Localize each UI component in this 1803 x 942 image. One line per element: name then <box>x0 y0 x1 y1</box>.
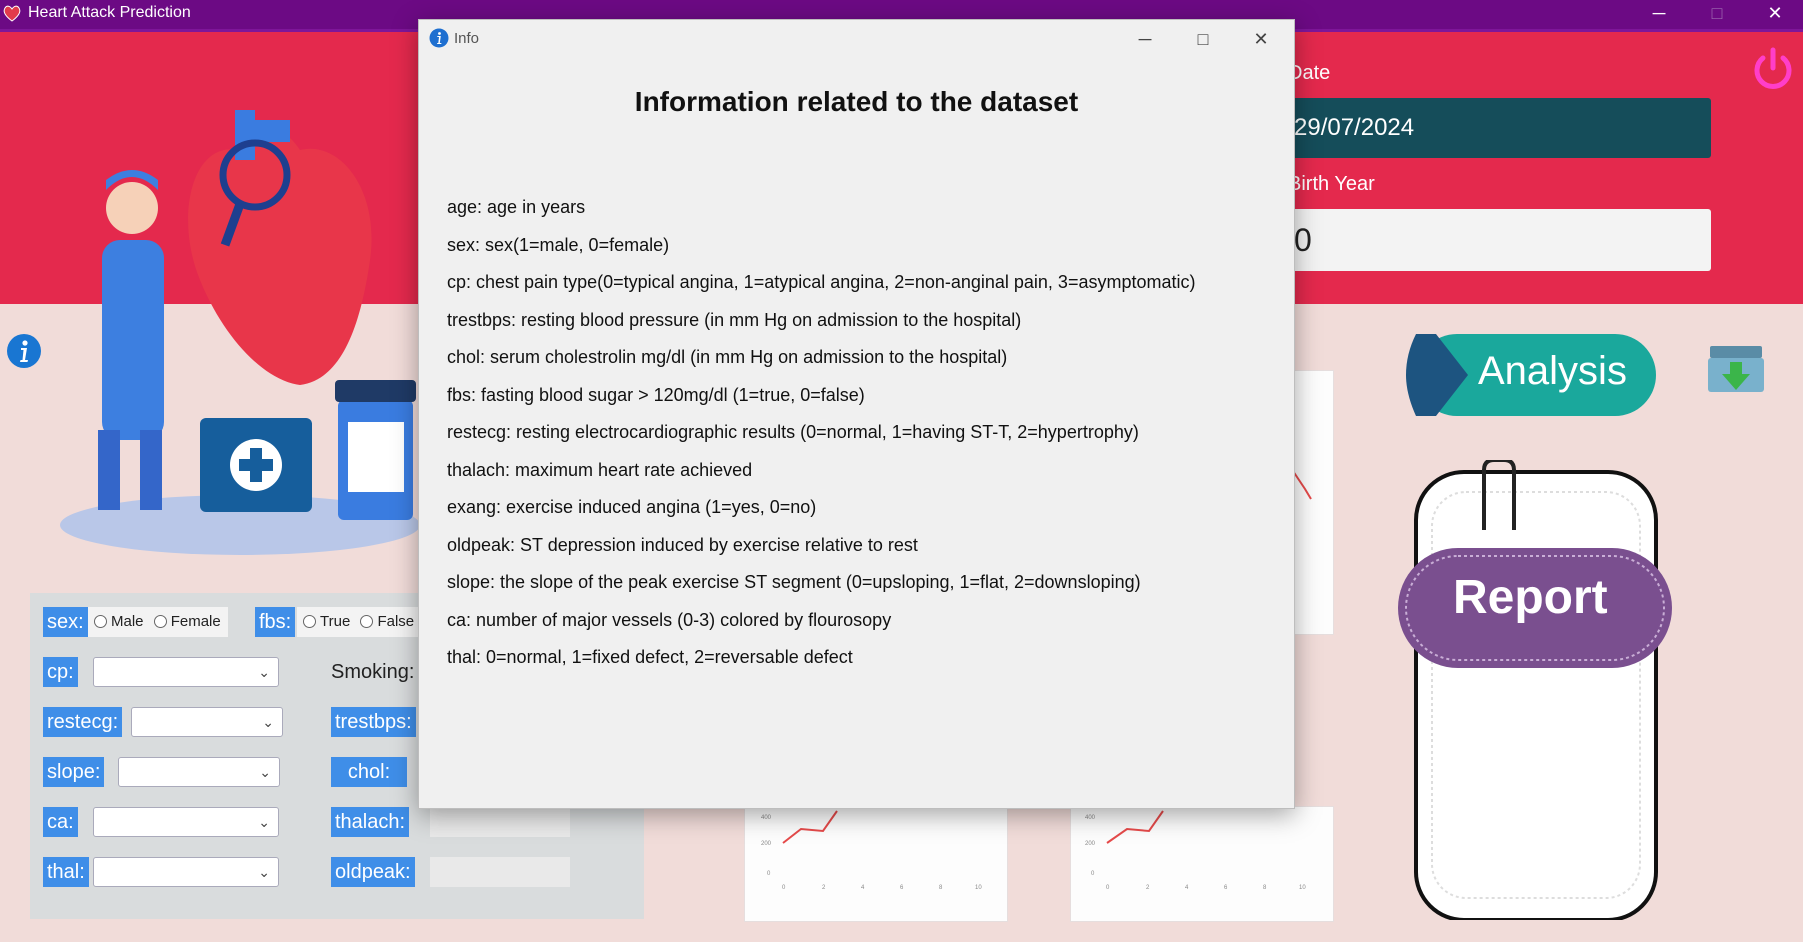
ca-select[interactable]: ⌄ <box>93 807 279 837</box>
heart-app-icon <box>3 5 21 22</box>
radio-male[interactable] <box>94 614 107 628</box>
restecg-select[interactable]: ⌄ <box>131 707 283 737</box>
date-field[interactable]: 29/07/2024 <box>1280 98 1711 158</box>
slope-label: slope: <box>43 757 105 787</box>
chevron-down-icon: ⌄ <box>258 814 270 830</box>
thalach-input[interactable] <box>430 807 570 837</box>
chevron-down-icon: ⌄ <box>258 864 270 880</box>
info-line-chol: chol: serum cholestrolin mg/dl (in mm Hg… <box>447 347 1008 367</box>
dialog-minimize-button[interactable]: ─ <box>1127 26 1163 52</box>
info-line-cp: cp: chest pain type(0=typical angina, 1=… <box>447 272 1196 292</box>
chart-thumb-bottom-left: 400 200 0 0 2 4 6 8 10 <box>744 806 1008 922</box>
x-tick: 10 <box>1299 885 1306 891</box>
radio-true[interactable] <box>303 614 316 628</box>
info-line-fbs: fbs: fasting blood sugar > 120mg/dl (1=t… <box>447 384 865 405</box>
minimize-button[interactable]: ─ <box>1630 0 1688 26</box>
analysis-label: Analysis <box>1478 349 1627 393</box>
info-line-thal: thal: 0=normal, 1=fixed defect, 2=revers… <box>447 647 853 667</box>
y-tick: 0 <box>1091 871 1095 877</box>
thal-label: thal: <box>43 857 89 887</box>
radio-false[interactable] <box>360 614 374 628</box>
info-line-trestbps: trestbps: resting blood pressure (in mm … <box>447 309 1022 330</box>
birth-year-label: Birth Year <box>1288 173 1375 195</box>
radio-true-label[interactable]: True <box>320 613 350 630</box>
info-icon[interactable] <box>6 333 42 369</box>
chart-thumb-bottom-right: 400 200 0 0 2 4 6 8 10 <box>1070 806 1334 922</box>
info-line-ca: ca: number of major vessels (0-3) colore… <box>447 609 892 630</box>
chevron-down-icon: ⌄ <box>259 764 271 780</box>
restecg-label: restecg: <box>43 707 123 737</box>
info-line-restecg: restecg: resting electrocardiographic re… <box>447 422 1139 442</box>
y-tick: 200 <box>761 841 772 847</box>
info-line-oldpeak: oldpeak: ST depression induced by exerci… <box>447 534 918 555</box>
dialog-title-bar[interactable]: Info ─ □ ✕ <box>419 20 1294 58</box>
slope-select[interactable]: ⌄ <box>118 757 280 787</box>
oldpeak-input[interactable] <box>430 857 570 887</box>
dataset-info-list: age: age in years sex: sex(1=male, 0=fem… <box>447 196 1195 684</box>
x-tick: 6 <box>1224 885 1228 891</box>
smoking-label: Smoking: <box>331 661 415 683</box>
doctor-heart-illustration <box>60 110 420 555</box>
chart-thumb-top-right <box>1292 370 1334 635</box>
x-tick: 0 <box>782 885 786 891</box>
trestbps-label: trestbps: <box>331 707 416 737</box>
dialog-maximize-button[interactable]: □ <box>1185 26 1221 52</box>
y-tick: 400 <box>1085 815 1096 821</box>
info-icon <box>429 28 449 48</box>
x-tick: 4 <box>861 885 865 891</box>
fbs-label: fbs: <box>255 607 296 637</box>
sex-label: sex: <box>43 607 88 637</box>
ca-label: ca: <box>43 807 78 837</box>
cp-label: cp: <box>43 657 78 687</box>
x-tick: 8 <box>939 885 943 891</box>
info-line-sex: sex: sex(1=male, 0=female) <box>447 234 670 255</box>
radio-female-label[interactable]: Female <box>171 613 221 630</box>
download-icon[interactable] <box>1706 344 1766 394</box>
chevron-down-icon: ⌄ <box>258 664 270 680</box>
report-label: Report <box>1453 571 1608 624</box>
info-line-thalach: thalach: maximum heart rate achieved <box>447 459 753 480</box>
oldpeak-label: oldpeak: <box>331 857 415 887</box>
y-tick: 400 <box>761 815 772 821</box>
thal-select[interactable]: ⌄ <box>93 857 279 887</box>
y-tick: 0 <box>767 871 771 877</box>
cp-select[interactable]: ⌄ <box>93 657 279 687</box>
window-title: Heart Attack Prediction <box>28 4 191 21</box>
x-tick: 4 <box>1185 885 1189 891</box>
info-line-age: age: age in years <box>447 197 586 217</box>
maximize-button[interactable]: □ <box>1688 0 1746 26</box>
dialog-title: Info <box>454 30 480 47</box>
power-icon[interactable] <box>1748 44 1798 94</box>
x-tick: 10 <box>975 885 982 891</box>
radio-male-label[interactable]: Male <box>111 613 144 630</box>
x-tick: 2 <box>822 885 826 891</box>
chol-label: chol: <box>331 757 407 787</box>
info-line-exang: exang: exercise induced angina (1=yes, 0… <box>447 497 817 517</box>
thalach-label: thalach: <box>331 807 410 837</box>
report-button[interactable] <box>1398 460 1688 920</box>
y-tick: 200 <box>1085 841 1096 847</box>
x-tick: 6 <box>900 885 904 891</box>
birth-year-input[interactable]: 0 <box>1280 209 1711 271</box>
radio-false-label[interactable]: False <box>377 613 414 630</box>
sex-radio-group: Male Female <box>88 607 228 637</box>
chevron-down-icon: ⌄ <box>262 714 274 730</box>
x-tick: 8 <box>1263 885 1267 891</box>
x-tick: 0 <box>1106 885 1110 891</box>
x-tick: 2 <box>1146 885 1150 891</box>
info-dialog: Info ─ □ ✕ Information related to the da… <box>418 19 1295 809</box>
fbs-radio-group: True False <box>297 607 418 637</box>
chol-label-text: chol: <box>347 761 391 783</box>
dialog-close-button[interactable]: ✕ <box>1243 26 1279 52</box>
chart-thumb-line <box>1292 470 1312 500</box>
dialog-heading: Information related to the dataset <box>634 86 1079 117</box>
close-button[interactable]: ✕ <box>1746 0 1803 26</box>
info-line-slope: slope: the slope of the peak exercise ST… <box>447 572 1141 592</box>
radio-female[interactable] <box>153 614 167 628</box>
